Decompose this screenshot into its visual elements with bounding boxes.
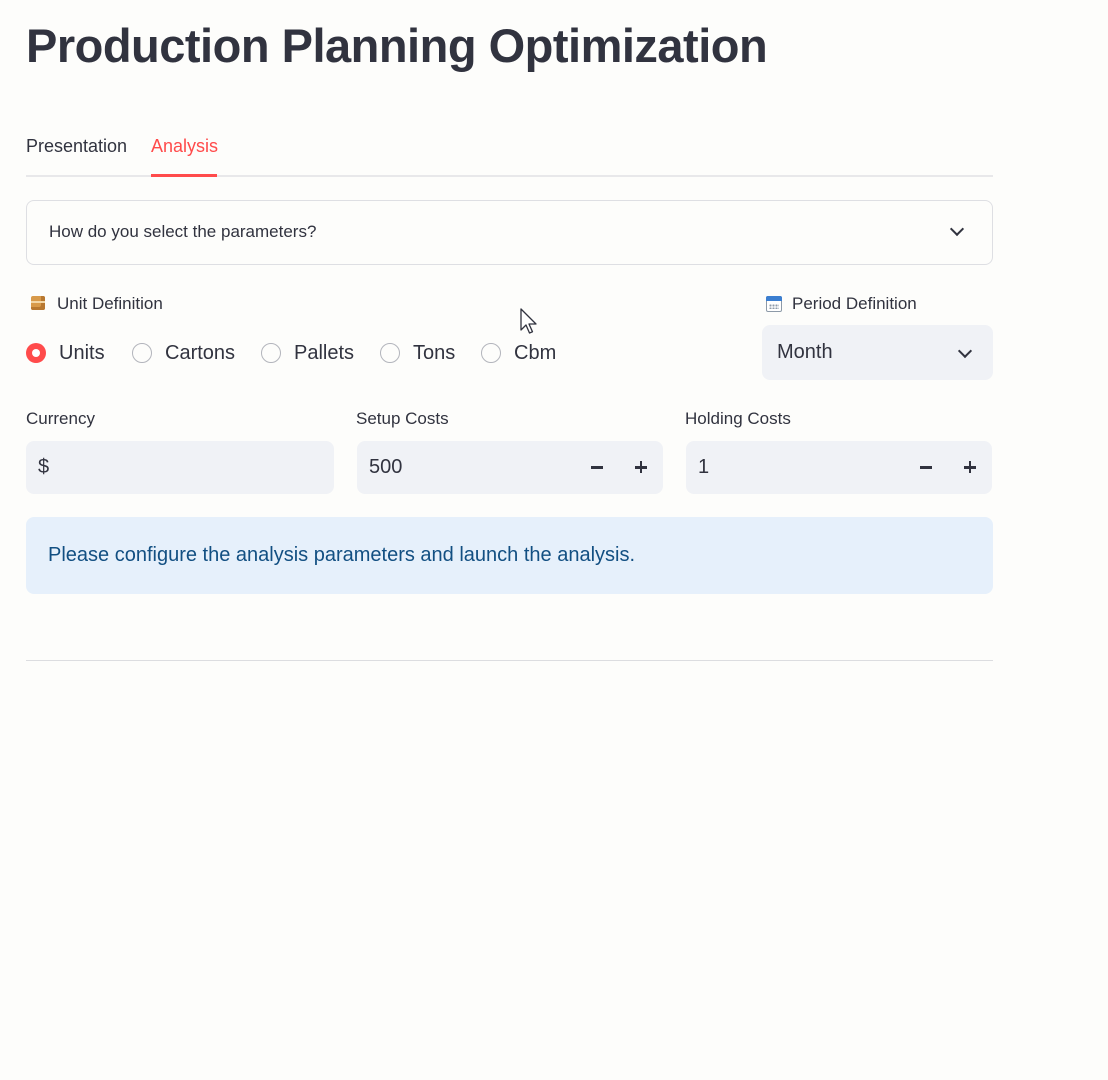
tab-presentation[interactable]: Presentation <box>26 136 127 157</box>
plus-icon-vertical <box>639 461 643 474</box>
divider <box>26 660 993 661</box>
currency-input-container <box>26 441 334 494</box>
active-tab-indicator <box>151 174 217 177</box>
setup-costs-decrement-button[interactable] <box>575 441 619 494</box>
setup-costs-increment-button[interactable] <box>619 441 663 494</box>
currency-label: Currency <box>26 409 95 428</box>
currency-input[interactable] <box>38 456 238 479</box>
holding-costs-input[interactable] <box>698 456 898 479</box>
chevron-down-icon <box>949 221 965 237</box>
minus-icon <box>591 466 603 469</box>
radio-label: Tons <box>413 342 456 364</box>
tab-analysis[interactable]: Analysis <box>151 136 218 157</box>
parameters-help-expander[interactable]: How do you select the parameters? <box>26 200 993 265</box>
radio-button[interactable] <box>261 343 281 363</box>
holding-costs-label: Holding Costs <box>685 409 791 428</box>
calendar-icon <box>766 296 782 312</box>
tab-bar: Presentation Analysis <box>26 128 993 178</box>
package-icon <box>31 296 45 310</box>
setup-costs-input-container <box>357 441 663 494</box>
radio-button[interactable] <box>380 343 400 363</box>
holding-costs-input-container <box>686 441 992 494</box>
expander-label: How do you select the parameters? <box>49 222 317 241</box>
radio-button-checked[interactable] <box>26 343 46 363</box>
chevron-down-icon <box>957 343 973 359</box>
select-value: Month <box>777 341 833 363</box>
plus-icon-vertical <box>968 461 972 474</box>
mouse-pointer-icon <box>520 308 537 334</box>
period-definition-select[interactable]: Month <box>762 325 993 380</box>
radio-label: Units <box>59 342 105 364</box>
info-alert-text: Please configure the analysis parameters… <box>48 544 636 566</box>
setup-costs-label: Setup Costs <box>356 409 449 428</box>
radio-label: Cartons <box>165 342 236 364</box>
holding-costs-increment-button[interactable] <box>948 441 992 494</box>
radio-button[interactable] <box>132 343 152 363</box>
radio-label: Pallets <box>294 342 355 364</box>
setup-costs-input[interactable] <box>369 456 569 479</box>
radio-button[interactable] <box>481 343 501 363</box>
unit-definition-label: Unit Definition <box>57 294 163 313</box>
page-title: Production Planning Optimization <box>26 19 768 72</box>
info-alert: Please configure the analysis parameters… <box>26 517 993 594</box>
period-definition-label: Period Definition <box>792 294 917 313</box>
radio-label: Cbm <box>514 342 557 364</box>
holding-costs-decrement-button[interactable] <box>904 441 948 494</box>
minus-icon <box>920 466 932 469</box>
